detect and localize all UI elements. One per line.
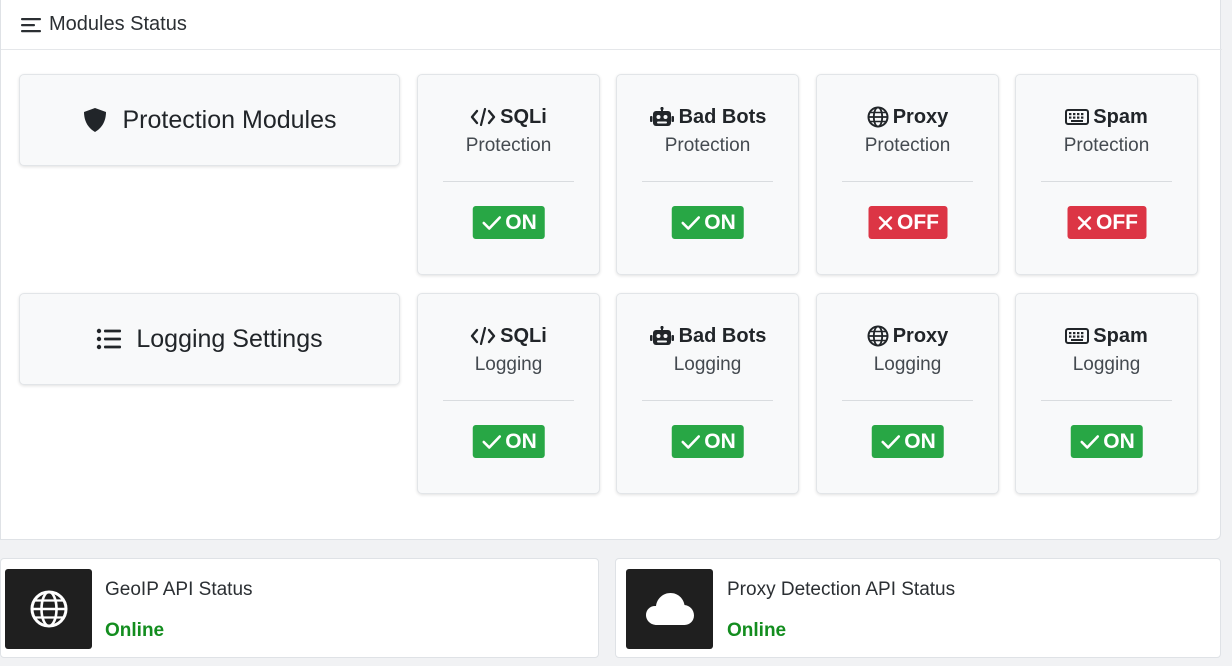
module-subtitle: Logging xyxy=(873,354,942,375)
check-icon xyxy=(481,434,501,449)
globe-icon xyxy=(867,325,889,347)
modules-status-card: Modules Status Protection Modules Loggin… xyxy=(0,0,1222,540)
divider xyxy=(1041,400,1172,401)
module-name: Bad Bots xyxy=(678,105,767,128)
status-label: ON xyxy=(704,210,736,234)
module-name: Spam xyxy=(1093,105,1148,128)
divider xyxy=(642,400,773,401)
api-icon-box xyxy=(626,569,713,649)
robot-icon xyxy=(649,107,674,126)
check-icon xyxy=(680,215,700,230)
x-icon xyxy=(878,215,892,230)
divider xyxy=(842,400,973,401)
check-icon xyxy=(481,215,501,230)
status-badge-off[interactable]: OFF xyxy=(1067,206,1146,239)
module-card-sqli-logging: SQLi Logging ON xyxy=(417,293,600,494)
section-title: Logging Settings xyxy=(136,324,323,353)
status-label: ON xyxy=(1103,429,1135,453)
check-icon xyxy=(680,434,700,449)
module-subtitle: Logging xyxy=(1072,354,1141,375)
divider xyxy=(1041,181,1172,182)
module-name: SQLi xyxy=(500,105,547,128)
robot-icon xyxy=(649,326,674,345)
module-name: Bad Bots xyxy=(678,324,767,347)
check-icon xyxy=(880,434,900,449)
module-card-badbots-logging: Bad Bots Logging ON xyxy=(616,293,799,494)
status-badge-on[interactable]: ON xyxy=(671,206,744,239)
status-badge-on[interactable]: ON xyxy=(1070,425,1143,458)
module-subtitle: Protection xyxy=(1063,135,1150,156)
status-badge-on[interactable]: ON xyxy=(871,425,944,458)
module-card-proxy-logging: Proxy Logging ON xyxy=(816,293,999,494)
keyboard-icon xyxy=(1065,328,1090,344)
module-subtitle: Protection xyxy=(465,135,552,156)
protection-modules-section: Protection Modules xyxy=(19,74,400,166)
geoip-api-status-card: GeoIP API Status Online xyxy=(0,558,599,658)
menu-icon[interactable] xyxy=(21,17,41,33)
module-name: Spam xyxy=(1093,324,1148,347)
page-title: Modules Status xyxy=(49,13,187,35)
status-label: OFF xyxy=(897,210,939,234)
divider xyxy=(443,181,574,182)
globe-icon xyxy=(30,590,67,628)
code-icon xyxy=(470,327,496,345)
module-subtitle: Protection xyxy=(864,135,951,156)
module-subtitle: Protection xyxy=(664,135,751,156)
card-header: Modules Status xyxy=(1,0,1222,50)
module-subtitle: Logging xyxy=(673,354,742,375)
code-icon xyxy=(470,108,496,126)
x-icon xyxy=(1077,215,1091,230)
logging-settings-section: Logging Settings xyxy=(19,293,400,385)
api-title: Proxy Detection API Status xyxy=(727,579,956,600)
status-label: ON xyxy=(505,429,537,453)
module-card-proxy-protection: Proxy Protection OFF xyxy=(816,74,999,275)
proxy-detection-api-status-card: Proxy Detection API Status Online xyxy=(615,558,1221,658)
globe-icon xyxy=(867,106,889,128)
api-status: Online xyxy=(105,620,165,641)
status-badge-on[interactable]: ON xyxy=(671,425,744,458)
module-card-sqli-protection: SQLi Protection ON xyxy=(417,74,600,275)
status-badge-on[interactable]: ON xyxy=(472,425,545,458)
status-label: ON xyxy=(505,210,537,234)
check-icon xyxy=(1079,434,1099,449)
status-badge-on[interactable]: ON xyxy=(472,206,545,239)
divider xyxy=(642,181,773,182)
status-label: ON xyxy=(704,429,736,453)
api-title: GeoIP API Status xyxy=(105,579,253,600)
divider xyxy=(443,400,574,401)
shield-icon xyxy=(84,108,107,132)
module-name: SQLi xyxy=(500,324,547,347)
status-badge-off[interactable]: OFF xyxy=(868,206,947,239)
status-label: ON xyxy=(904,429,936,453)
module-name: Proxy xyxy=(892,324,949,347)
module-card-spam-protection: Spam Protection OFF xyxy=(1015,74,1198,275)
module-name: Proxy xyxy=(892,105,949,128)
keyboard-icon xyxy=(1065,109,1090,125)
api-icon-box xyxy=(5,569,92,649)
api-status: Online xyxy=(727,620,787,641)
divider xyxy=(842,181,973,182)
cloud-icon xyxy=(645,593,694,625)
status-label: OFF xyxy=(1096,210,1138,234)
section-title: Protection Modules xyxy=(122,105,337,134)
list-icon xyxy=(97,328,122,350)
module-card-spam-logging: Spam Logging ON xyxy=(1015,293,1198,494)
module-subtitle: Logging xyxy=(474,354,543,375)
module-card-badbots-protection: Bad Bots Protection ON xyxy=(616,74,799,275)
